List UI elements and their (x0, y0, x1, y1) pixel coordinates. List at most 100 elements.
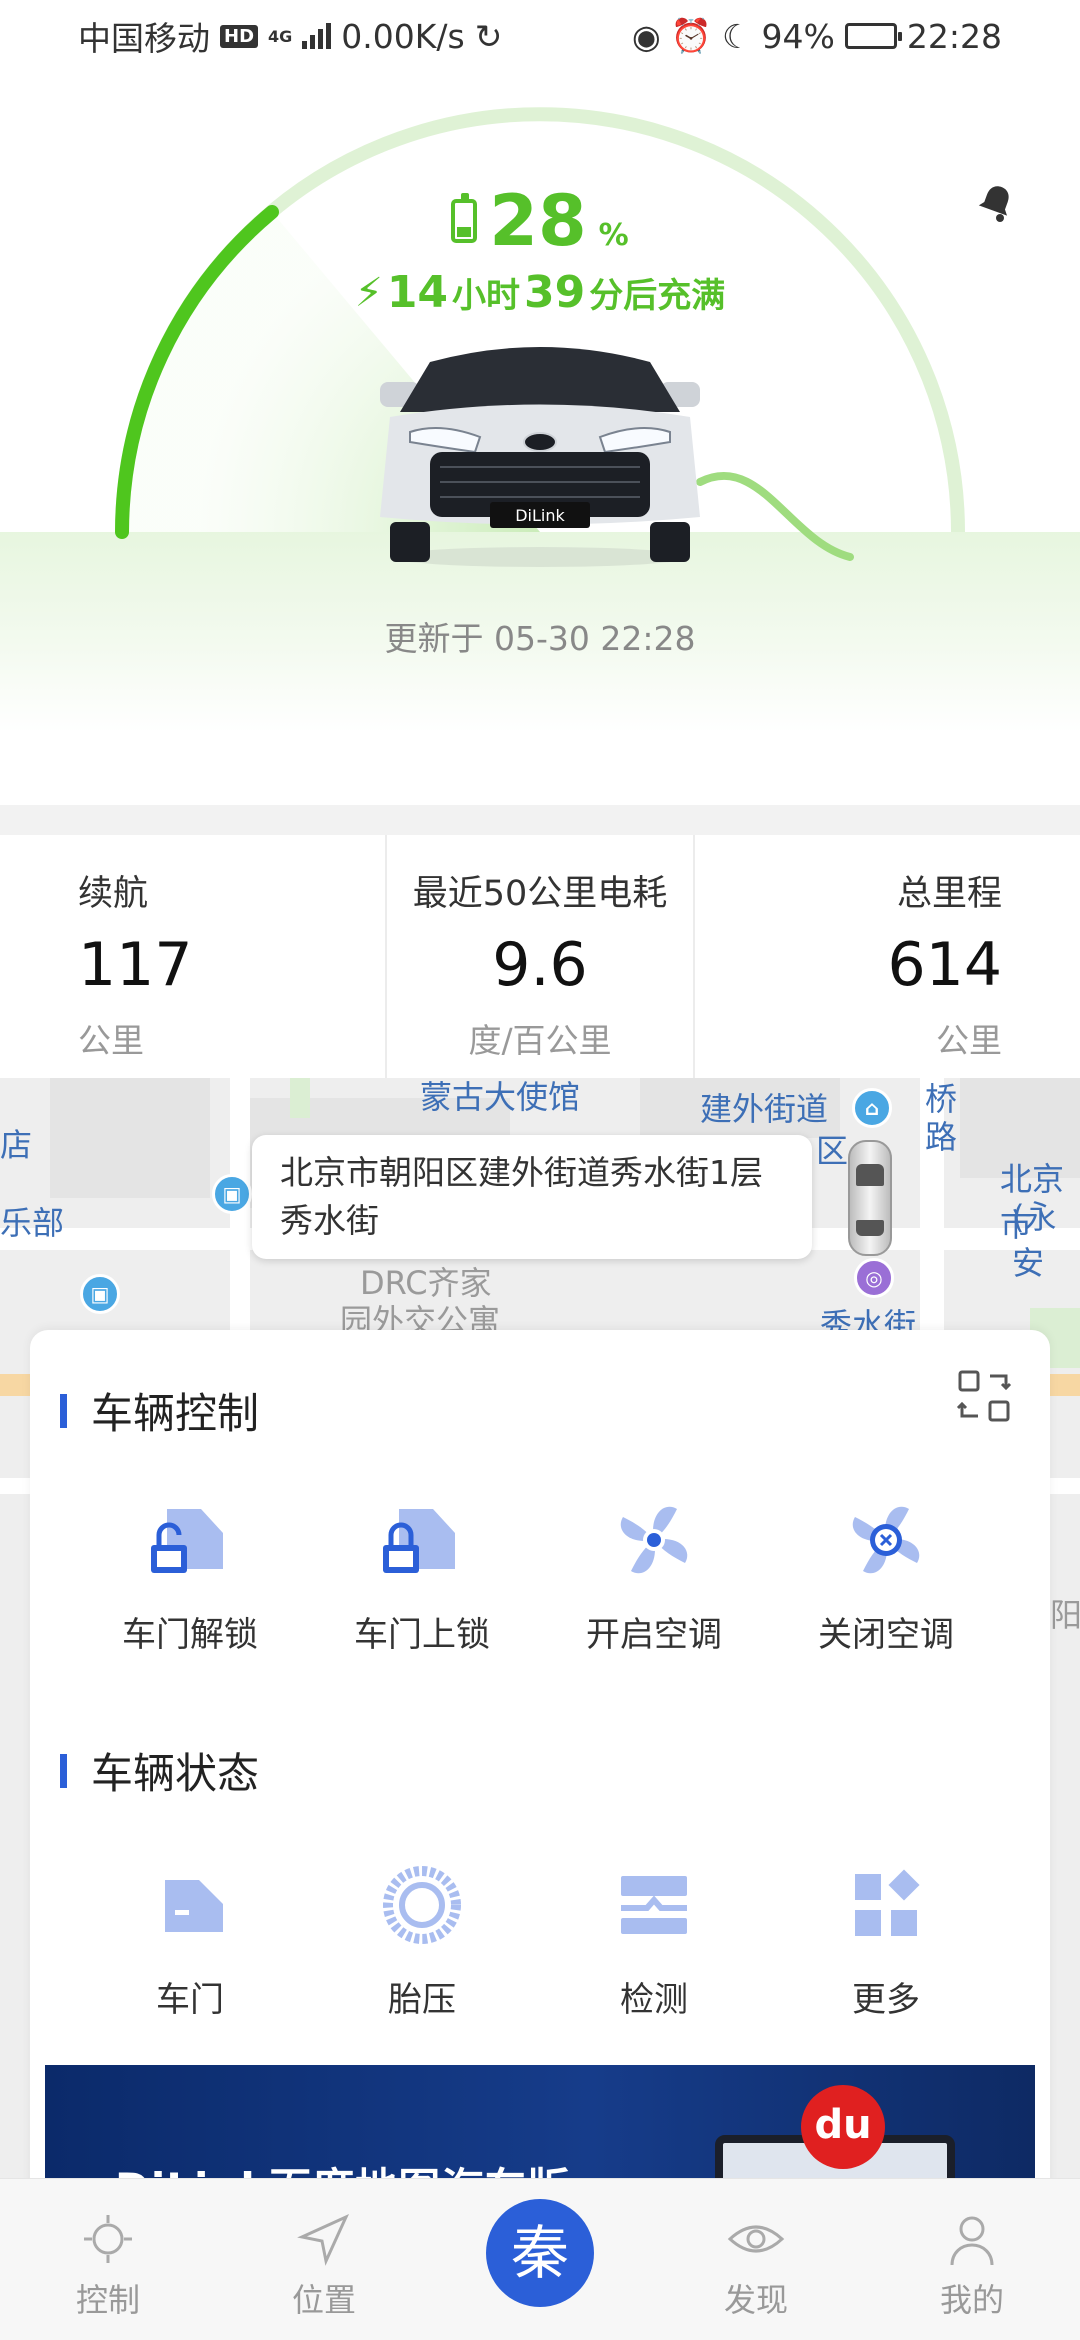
ac-off-icon (852, 1506, 920, 1574)
network-type: 4G (268, 26, 293, 46)
tire-pressure-button[interactable]: 胎压 (306, 1860, 538, 2021)
odometer-unit: 公里 (936, 1021, 1003, 1060)
vehicle-control-title: 车辆控制 (91, 1389, 260, 1438)
map-label-dian: 店 (0, 1126, 33, 1164)
map-label-yong: (永安 (1012, 1198, 1057, 1282)
consumption-stat[interactable]: 最近50公里电耗 9.6 度/百公里 (384, 835, 694, 1078)
map-label-district: 区 (816, 1132, 849, 1170)
ac-on-button[interactable]: 开启空调 (538, 1495, 770, 1656)
location-icon (297, 2213, 350, 2266)
hours-unit: 小时 (452, 276, 521, 316)
profile-icon (950, 2216, 994, 2266)
charge-hours: 14 (386, 267, 449, 318)
discover-icon (727, 2225, 785, 2253)
more-icon (855, 1869, 920, 1936)
battery-hero: 28 % ⚡ 14 小时 39 分后充满 DiLink 更新于 05-30 22… (0, 72, 1080, 802)
car-badge: DiLink (515, 506, 565, 525)
battery-icon (844, 23, 902, 49)
ac-off-label: 关闭空调 (818, 1615, 954, 1655)
odometer-value: 614 (887, 930, 1003, 1000)
heading-accent-bar (60, 1393, 67, 1428)
vehicle-control-heading: 车辆控制 (60, 1380, 259, 1441)
inspection-button[interactable]: 检测 (538, 1860, 770, 2021)
nav-discover-label: 发现 (723, 2281, 788, 2319)
inspection-label: 检测 (620, 1980, 688, 2020)
poi-marker-icon[interactable]: ▣ (212, 1174, 252, 1214)
map-label-yang: 阳 (1050, 1596, 1080, 1634)
do-not-disturb-icon: ☾ (721, 16, 752, 56)
battery-readout: 28 % (0, 180, 1080, 262)
door-unlock-button[interactable]: 车门解锁 (74, 1495, 306, 1656)
charging-bolt-icon: ⚡ (354, 269, 383, 316)
battery-percentage: 94% (761, 16, 835, 56)
nav-location[interactable]: 位置 (216, 2179, 432, 2340)
heading-accent-bar (60, 1753, 67, 1788)
minutes-suffix: 分后充满 (589, 276, 726, 316)
map-label-embassy: 蒙古大使馆 (420, 1078, 581, 1116)
eye-comfort-icon: ◉ (632, 16, 661, 56)
section-separator (0, 805, 1080, 835)
poi-home-icon[interactable]: ⌂ (852, 1088, 892, 1128)
range-label: 续航 (78, 874, 149, 914)
nav-control[interactable]: 控制 (0, 2179, 216, 2340)
car-location-marker-icon[interactable] (848, 1140, 892, 1256)
consumption-unit: 度/百公里 (468, 1021, 612, 1060)
poi-shopping-icon[interactable]: ◎ (854, 1258, 894, 1298)
door-unlock-label: 车门解锁 (122, 1615, 258, 1655)
ac-off-button[interactable]: 关闭空调 (770, 1495, 1002, 1656)
bottom-navigation: 控制 位置 秦 发现 我的 (0, 2178, 1080, 2340)
sync-icon: ↻ (474, 16, 503, 56)
map-label-jianwai: 建外街道 (700, 1090, 829, 1128)
charging-cable (696, 471, 854, 561)
map-label-road: 路 (925, 1118, 958, 1156)
tire-pressure-label: 胎压 (388, 1980, 456, 2020)
door-lock-button[interactable]: 车门上锁 (306, 1495, 538, 1656)
door-icon (165, 1880, 223, 1932)
map-label-bu: 乐部 (0, 1204, 65, 1242)
door-unlock-icon (151, 1509, 223, 1573)
poi-marker-icon[interactable]: ▣ (80, 1274, 120, 1314)
nav-profile-label: 我的 (939, 2281, 1004, 2319)
inspection-icon (621, 1876, 687, 1934)
last-updated-time: 更新于 05-30 22:28 (384, 619, 696, 658)
baidu-logo: du (801, 2085, 885, 2169)
clock: 22:28 (906, 16, 1002, 56)
charge-minutes: 39 (524, 267, 586, 318)
door-lock-icon (383, 1509, 455, 1573)
battery-percent-unit: % (598, 218, 629, 253)
nav-home[interactable]: 秦 (432, 2179, 648, 2340)
network-speed: 0.00K/s (341, 16, 465, 56)
nav-profile[interactable]: 我的 (864, 2179, 1080, 2340)
door-lock-label: 车门上锁 (354, 1615, 490, 1655)
nav-discover[interactable]: 发现 (648, 2179, 864, 2340)
range-unit: 公里 (78, 1021, 144, 1060)
carrier-name: 中国移动 (78, 19, 210, 58)
nav-control-label: 控制 (75, 2281, 140, 2319)
more-button[interactable]: 更多 (770, 1860, 1002, 2021)
status-bar: 中国移动 HD 4G 0.00K/s ↻ ◉ ⏰ ☾ 94% 22:28 (0, 0, 1080, 72)
consumption-label: 最近50公里电耗 (412, 874, 668, 914)
nav-location-label: 位置 (291, 2281, 356, 2319)
more-label: 更多 (852, 1980, 920, 2020)
control-icon (84, 2215, 132, 2263)
door-status-button[interactable]: 车门 (74, 1860, 306, 2021)
odometer-label: 总里程 (897, 874, 1003, 914)
ac-on-icon (620, 1506, 688, 1574)
vehicle-status-grid: 车门 胎压 检测 更多 (30, 1860, 1050, 2021)
vehicle-status-title: 车辆状态 (91, 1749, 260, 1798)
range-value: 117 (78, 930, 193, 1000)
ac-on-label: 开启空调 (586, 1615, 722, 1655)
range-stat[interactable]: 续航 117 公里 (0, 835, 385, 1078)
switch-layout-icon[interactable] (956, 1368, 1012, 1424)
charge-time-remaining: ⚡ 14 小时 39 分后充满 (0, 267, 1080, 318)
hd-badge: HD (220, 24, 259, 48)
consumption-value: 9.6 (492, 930, 588, 1000)
address-bubble[interactable]: 北京市朝阳区建外街道秀水街1层秀水街 (252, 1135, 812, 1259)
door-status-label: 车门 (156, 1980, 224, 2020)
tire-icon (383, 1866, 461, 1944)
odometer-stat[interactable]: 总里程 614 公里 (693, 835, 1080, 1078)
vehicle-status-heading: 车辆状态 (60, 1740, 259, 1801)
vehicle-control-grid: 车门解锁 车门上锁 开启空调 关闭空调 (30, 1495, 1050, 1656)
signal-icon (302, 23, 332, 49)
battery-percent-value: 28 (489, 180, 587, 262)
